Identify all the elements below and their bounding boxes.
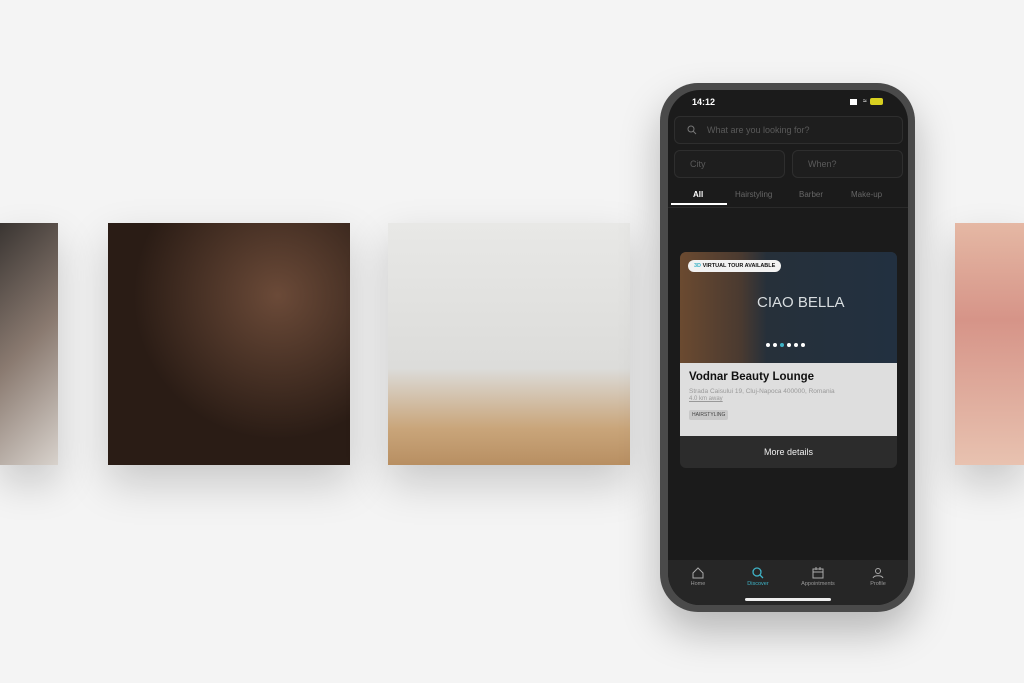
nav-profile[interactable]: Profile (848, 563, 908, 601)
more-details-button[interactable]: More details (680, 436, 897, 468)
battery-icon (869, 98, 883, 105)
photo-hair-salon (0, 223, 58, 465)
tab-all[interactable]: All (693, 190, 703, 199)
status-icons: ≈ (850, 98, 883, 105)
signal-icon (850, 99, 860, 105)
venue-title: Vodnar Beauty Lounge (689, 371, 815, 383)
carousel-dots[interactable] (766, 343, 805, 347)
category-tag: HAIRSTYLING (689, 410, 729, 420)
venue-sign: CIAO BELLA (757, 294, 845, 311)
when-input[interactable]: When? (792, 150, 903, 178)
calendar-icon (812, 567, 824, 579)
home-icon (692, 567, 704, 579)
search-placeholder: What are you looking for? (707, 125, 810, 135)
divider (668, 207, 908, 208)
tab-hairstyling[interactable]: Hairstyling (735, 190, 772, 199)
nav-discover[interactable]: Discover (728, 563, 788, 601)
nav-appointments[interactable]: Appointments (788, 563, 848, 601)
venue-info: Vodnar Beauty Lounge Strada Caisului 19,… (680, 363, 897, 436)
phone-screen: 14:12 ≈ What are you looking for? City W… (668, 90, 908, 605)
search-icon (752, 567, 764, 579)
status-time: 14:12 (692, 97, 716, 107)
search-input[interactable]: What are you looking for? (674, 116, 903, 144)
tab-makeup[interactable]: Make-up (851, 190, 882, 199)
venue-card[interactable]: 3D VIRTUAL TOUR AVAILABLE CIAO BELLA Vod… (680, 252, 897, 468)
wifi-icon: ≈ (863, 98, 867, 105)
venue-distance: 4.0 km away (689, 396, 723, 402)
user-icon (872, 568, 884, 579)
nav-home[interactable]: Home (668, 563, 728, 601)
photo-makeup (955, 223, 1024, 465)
search-icon (687, 125, 697, 135)
city-placeholder: City (690, 159, 706, 169)
virtual-tour-badge: 3D VIRTUAL TOUR AVAILABLE (688, 260, 782, 272)
home-indicator[interactable] (745, 598, 831, 601)
tab-barber[interactable]: Barber (799, 190, 823, 199)
when-placeholder: When? (808, 159, 837, 169)
photo-dentist (388, 223, 630, 465)
city-input[interactable]: City (674, 150, 785, 178)
tab-indicator (671, 203, 727, 205)
venue-address: Strada Caisului 19, Cluj-Napoca 400000, … (689, 388, 835, 395)
photo-tattoo (108, 223, 350, 465)
venue-photo[interactable]: 3D VIRTUAL TOUR AVAILABLE CIAO BELLA (680, 252, 897, 363)
